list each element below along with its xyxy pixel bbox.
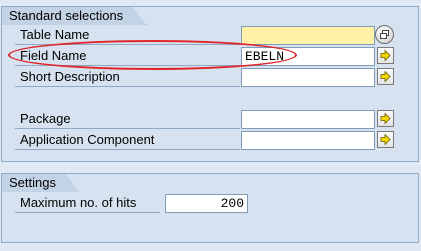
settings-title: Settings	[1, 173, 79, 192]
settings-group: Settings Maximum no. of hits	[1, 173, 419, 243]
multiple-selection-button[interactable]	[375, 25, 394, 44]
standard-selections-title: Standard selections	[1, 6, 146, 25]
application-component-selection-button[interactable]	[377, 131, 394, 148]
application-component-label: Application Component	[15, 131, 240, 150]
max-hits-input[interactable]	[165, 194, 248, 213]
short-description-input[interactable]	[241, 68, 375, 87]
field-name-input[interactable]	[241, 47, 375, 66]
field-name-selection-button[interactable]	[377, 47, 394, 64]
standard-selections-group: Standard selections Table Name Field Nam…	[1, 6, 419, 162]
arrow-right-icon	[380, 71, 391, 82]
arrow-right-icon	[380, 113, 391, 124]
package-label: Package	[15, 110, 240, 129]
selection-screen: Standard selections Table Name Field Nam…	[0, 0, 421, 251]
table-name-label: Table Name	[15, 26, 240, 45]
max-hits-label: Maximum no. of hits	[15, 194, 160, 213]
application-component-input[interactable]	[241, 131, 375, 150]
arrow-right-icon	[380, 134, 391, 145]
package-input[interactable]	[241, 110, 375, 129]
multiple-selection-icon	[380, 30, 389, 39]
arrow-right-icon	[380, 50, 391, 61]
field-name-label: Field Name	[15, 47, 240, 66]
table-name-input[interactable]	[241, 26, 375, 45]
short-description-label: Short Description	[15, 68, 240, 87]
short-description-selection-button[interactable]	[377, 68, 394, 85]
package-selection-button[interactable]	[377, 110, 394, 127]
